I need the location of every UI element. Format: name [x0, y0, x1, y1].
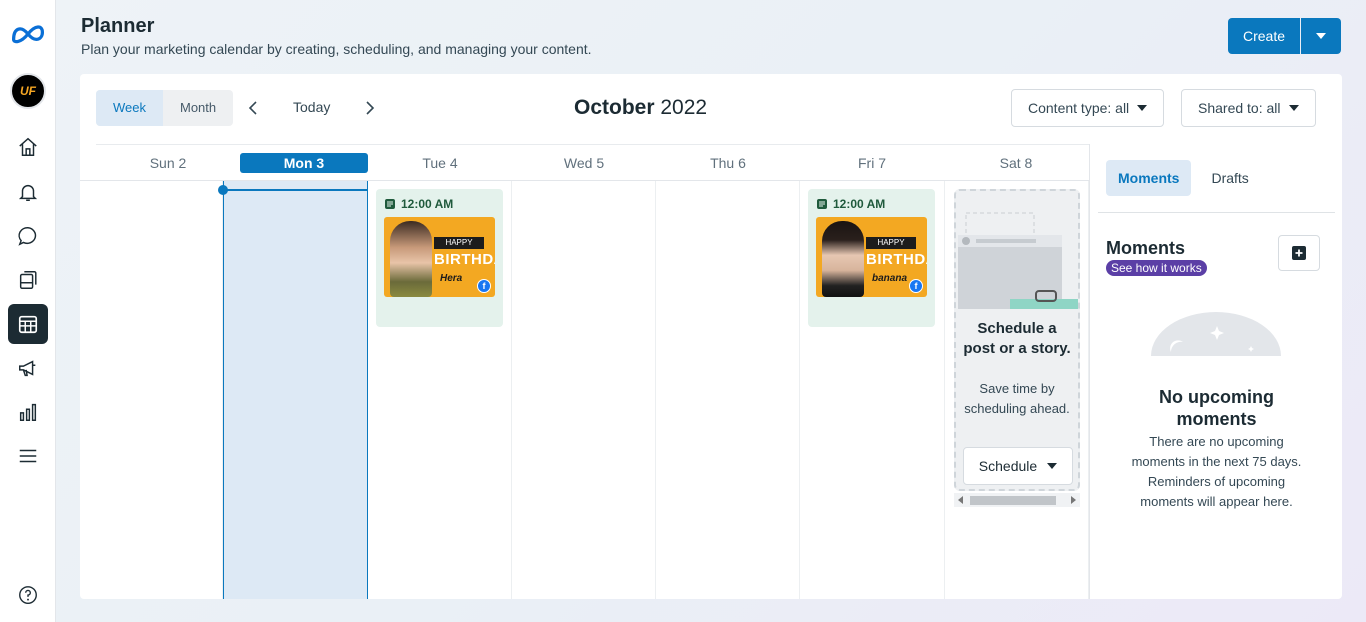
month-title: October 2022 — [574, 96, 707, 120]
current-time-dot — [218, 185, 228, 195]
page-subtitle: Plan your marketing calendar by creating… — [81, 41, 592, 57]
post-type-icon — [817, 199, 827, 209]
megaphone-icon[interactable] — [8, 348, 48, 388]
prev-week-button[interactable] — [244, 98, 264, 118]
see-how-it-works-link[interactable]: See how it works — [1106, 260, 1207, 276]
moments-title: Moments — [1106, 238, 1186, 258]
month-year: 2022 — [660, 96, 708, 119]
post-type-icon — [385, 199, 395, 209]
tab-drafts[interactable]: Drafts — [1199, 160, 1260, 196]
post-thumbnail: HAPPY BIRTHDA Hera f — [384, 217, 495, 297]
tab-moments[interactable]: Moments — [1106, 160, 1192, 196]
day-column-sun[interactable] — [80, 181, 223, 599]
empty-state-title: No upcoming moments — [1159, 387, 1274, 429]
panel-tabs: Moments Drafts — [1106, 160, 1261, 196]
view-week-button[interactable]: Week — [96, 90, 163, 126]
post-time: 12:00 AM — [384, 197, 453, 211]
schedule-button[interactable]: Schedule — [963, 447, 1073, 485]
scroll-right-icon[interactable] — [1071, 496, 1076, 504]
day-header-sat: Sat 8 — [999, 155, 1033, 171]
week-grid: 12:00 AM HAPPY BIRTHDA Hera f 12:00 AM H… — [80, 180, 1089, 599]
moon-illustration-icon — [1151, 312, 1281, 356]
avatar[interactable]: UF — [10, 73, 46, 109]
calendar-icon[interactable] — [8, 304, 48, 344]
day-header-fri: Fri 7 — [858, 155, 886, 171]
menu-icon[interactable] — [8, 436, 48, 476]
chevron-down-icon — [1137, 105, 1148, 111]
content-type-label: Content type: all — [1028, 100, 1130, 116]
chevron-down-icon — [1288, 105, 1299, 111]
post-thumbnail: HAPPY BIRTHDA banana f — [816, 217, 927, 297]
divider — [1098, 212, 1335, 213]
scheduled-post-card[interactable]: 12:00 AM HAPPY BIRTHDA Hera f — [376, 189, 503, 327]
next-week-button[interactable] — [359, 98, 379, 118]
chevron-right-icon — [366, 101, 375, 115]
schedule-tip-body: Save time by scheduling ahead. — [964, 381, 1070, 416]
shared-to-label: Shared to: all — [1198, 100, 1281, 116]
day-column-thu[interactable] — [656, 181, 800, 599]
chat-icon[interactable] — [8, 216, 48, 256]
chevron-down-icon — [1047, 463, 1058, 469]
scheduled-post-card[interactable]: 12:00 AM HAPPY BIRTHDA banana f — [808, 189, 935, 327]
chevron-down-icon — [1316, 33, 1326, 39]
month-name: October — [574, 96, 655, 119]
create-button[interactable]: Create — [1228, 18, 1300, 54]
posts-icon[interactable] — [8, 260, 48, 300]
horizontal-scrollbar[interactable] — [954, 493, 1080, 507]
schedule-tip-title: Schedule a post or a story. — [963, 320, 1071, 357]
create-dropdown-button[interactable] — [1301, 18, 1341, 54]
scrollbar-thumb[interactable] — [970, 496, 1056, 505]
view-toggle: Week Month — [96, 90, 234, 126]
facebook-icon: f — [477, 279, 491, 293]
today-button[interactable]: Today — [293, 99, 330, 115]
day-header-wed: Wed 5 — [563, 155, 605, 171]
help-icon[interactable] — [8, 575, 48, 615]
current-time-line — [223, 189, 368, 191]
create-button-group: Create — [1228, 18, 1341, 54]
left-nav: UF — [0, 0, 56, 622]
day-header-tue: Tue 4 — [422, 155, 458, 171]
schedule-illustration-icon — [956, 191, 1078, 309]
bell-icon[interactable] — [8, 172, 48, 212]
day-header-row: Sun 2 Mon 3 Tue 4 Wed 5 Thu 6 Fri 7 Sat … — [96, 144, 1089, 180]
chevron-left-icon — [248, 101, 257, 115]
facebook-icon: f — [909, 279, 923, 293]
content-type-filter[interactable]: Content type: all — [1011, 89, 1165, 127]
meta-logo-icon[interactable] — [8, 14, 48, 54]
moments-panel: Moments Drafts Moments See how it works … — [1089, 144, 1342, 599]
home-icon[interactable] — [8, 127, 48, 167]
chart-icon[interactable] — [8, 392, 48, 432]
schedule-button-label: Schedule — [978, 458, 1038, 474]
day-header-thu: Thu 6 — [710, 155, 746, 171]
day-header-sun: Sun 2 — [149, 155, 187, 171]
day-header-mon-current: Mon 3 — [232, 145, 376, 181]
empty-state-body: There are no upcoming moments in the nex… — [1131, 434, 1302, 509]
post-time: 12:00 AM — [816, 197, 885, 211]
calendar-card: Week Month Today October 2022 Content ty… — [80, 74, 1342, 599]
day-column-wed[interactable] — [512, 181, 656, 599]
page-title: Planner — [81, 15, 155, 37]
scroll-left-icon[interactable] — [958, 496, 963, 504]
add-moment-button[interactable] — [1278, 235, 1320, 271]
view-month-button[interactable]: Month — [163, 90, 233, 126]
shared-to-filter[interactable]: Shared to: all — [1181, 89, 1316, 127]
schedule-suggestion: Schedule a post or a story. Save time by… — [954, 189, 1080, 491]
add-moment-icon — [1292, 246, 1306, 260]
day-column-mon[interactable] — [223, 181, 368, 599]
